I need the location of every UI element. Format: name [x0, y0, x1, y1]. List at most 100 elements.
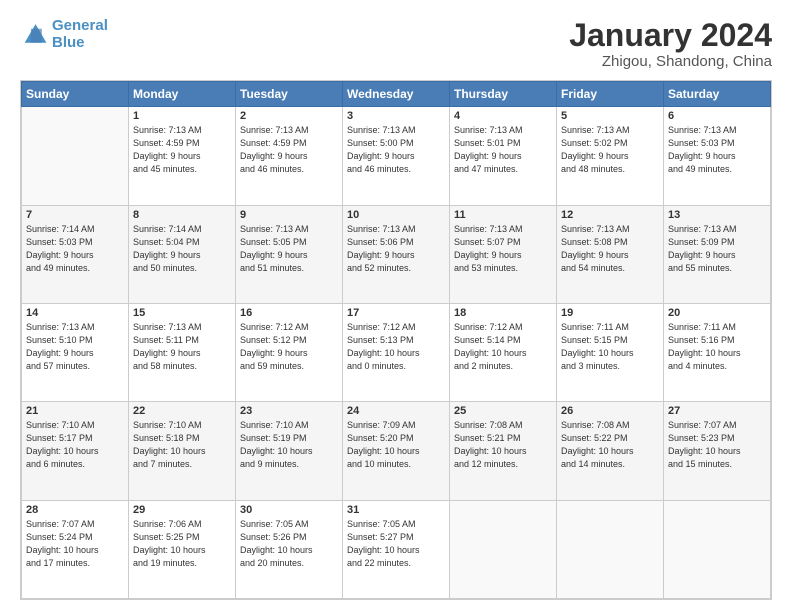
day-info: Sunrise: 7:14 AM Sunset: 5:03 PM Dayligh…	[26, 223, 124, 275]
day-cell: 27Sunrise: 7:07 AM Sunset: 5:23 PM Dayli…	[664, 402, 771, 500]
day-info: Sunrise: 7:14 AM Sunset: 5:04 PM Dayligh…	[133, 223, 231, 275]
day-cell: 25 Sunrise: 7:08 AM Sunset: 5:21 PM Dayli…	[450, 402, 557, 500]
day-number: 21	[26, 405, 124, 417]
day-info: Sunrise: 7:07 AM Sunset: 5:24 PM Dayligh…	[26, 518, 124, 570]
day-cell	[450, 500, 557, 598]
day-cell: 18Sunrise: 7:12 AM Sunset: 5:14 PM Dayli…	[450, 303, 557, 401]
day-info: Sunrise: 7:08 AM Sunset: 5:21 PM Dayligh…	[454, 419, 552, 471]
day-number: 5	[561, 110, 659, 122]
day-cell: 11Sunrise: 7:13 AM Sunset: 5:07 PM Dayli…	[450, 205, 557, 303]
week-row-1: 1 Sunrise: 7:13 AM Sunset: 4:59 PM Daylig…	[22, 107, 771, 205]
day-info: Sunrise: 7:13 AM Sunset: 5:10 PM Dayligh…	[26, 321, 124, 373]
header-cell-sunday: Sunday	[22, 82, 129, 107]
day-number: 31	[347, 504, 445, 516]
day-cell: 21 Sunrise: 7:10 AM Sunset: 5:17 PM Dayli…	[22, 402, 129, 500]
day-number: 28	[26, 504, 124, 516]
calendar-header: SundayMondayTuesdayWednesdayThursdayFrid…	[22, 82, 771, 107]
subtitle: Zhigou, Shandong, China	[569, 53, 772, 70]
day-number: 19	[561, 307, 659, 319]
day-cell: 26 Sunrise: 7:08 AM Sunset: 5:22 PM Dayli…	[557, 402, 664, 500]
day-info: Sunrise: 7:13 AM Sunset: 5:00 PM Dayligh…	[347, 124, 445, 176]
header-cell-saturday: Saturday	[664, 82, 771, 107]
day-cell: 15 Sunrise: 7:13 AM Sunset: 5:11 PM Dayli…	[129, 303, 236, 401]
day-info: Sunrise: 7:13 AM Sunset: 5:02 PM Dayligh…	[561, 124, 659, 176]
calendar-table: SundayMondayTuesdayWednesdayThursdayFrid…	[21, 81, 771, 599]
header-cell-friday: Friday	[557, 82, 664, 107]
day-number: 1	[133, 110, 231, 122]
day-info: Sunrise: 7:13 AM Sunset: 4:59 PM Dayligh…	[133, 124, 231, 176]
day-cell: 24 Sunrise: 7:09 AM Sunset: 5:20 PM Dayli…	[343, 402, 450, 500]
day-info: Sunrise: 7:05 AM Sunset: 5:26 PM Dayligh…	[240, 518, 338, 570]
day-number: 18	[454, 307, 552, 319]
day-number: 29	[133, 504, 231, 516]
day-cell: 14 Sunrise: 7:13 AM Sunset: 5:10 PM Dayli…	[22, 303, 129, 401]
day-info: Sunrise: 7:13 AM Sunset: 5:11 PM Dayligh…	[133, 321, 231, 373]
header: General Blue January 2024 Zhigou, Shando…	[20, 18, 772, 70]
day-info: Sunrise: 7:13 AM Sunset: 5:03 PM Dayligh…	[668, 124, 766, 176]
week-row-5: 28 Sunrise: 7:07 AM Sunset: 5:24 PM Dayli…	[22, 500, 771, 598]
day-number: 30	[240, 504, 338, 516]
day-number: 3	[347, 110, 445, 122]
day-number: 6	[668, 110, 766, 122]
day-info: Sunrise: 7:09 AM Sunset: 5:20 PM Dayligh…	[347, 419, 445, 471]
day-cell: 8 Sunrise: 7:14 AM Sunset: 5:04 PM Daylig…	[129, 205, 236, 303]
day-cell	[22, 107, 129, 205]
day-cell: 28 Sunrise: 7:07 AM Sunset: 5:24 PM Dayli…	[22, 500, 129, 598]
week-row-2: 7 Sunrise: 7:14 AM Sunset: 5:03 PM Daylig…	[22, 205, 771, 303]
day-cell: 22 Sunrise: 7:10 AM Sunset: 5:18 PM Dayli…	[129, 402, 236, 500]
week-row-3: 14 Sunrise: 7:13 AM Sunset: 5:10 PM Dayli…	[22, 303, 771, 401]
logo-line2: Blue	[52, 34, 85, 51]
day-info: Sunrise: 7:07 AM Sunset: 5:23 PM Dayligh…	[668, 419, 766, 471]
day-info: Sunrise: 7:08 AM Sunset: 5:22 PM Dayligh…	[561, 419, 659, 471]
header-cell-monday: Monday	[129, 82, 236, 107]
day-number: 23	[240, 405, 338, 417]
week-row-4: 21 Sunrise: 7:10 AM Sunset: 5:17 PM Dayli…	[22, 402, 771, 500]
day-info: Sunrise: 7:10 AM Sunset: 5:19 PM Dayligh…	[240, 419, 338, 471]
day-cell: 30 Sunrise: 7:05 AM Sunset: 5:26 PM Dayli…	[236, 500, 343, 598]
day-number: 17	[347, 307, 445, 319]
day-number: 2	[240, 110, 338, 122]
day-info: Sunrise: 7:13 AM Sunset: 5:06 PM Dayligh…	[347, 223, 445, 275]
title-block: January 2024 Zhigou, Shandong, China	[569, 18, 772, 70]
day-number: 13	[668, 209, 766, 221]
day-info: Sunrise: 7:10 AM Sunset: 5:17 PM Dayligh…	[26, 419, 124, 471]
day-cell: 20Sunrise: 7:11 AM Sunset: 5:16 PM Dayli…	[664, 303, 771, 401]
calendar-body: 1 Sunrise: 7:13 AM Sunset: 4:59 PM Daylig…	[22, 107, 771, 599]
day-cell: 9 Sunrise: 7:13 AM Sunset: 5:05 PM Daylig…	[236, 205, 343, 303]
day-info: Sunrise: 7:05 AM Sunset: 5:27 PM Dayligh…	[347, 518, 445, 570]
day-number: 24	[347, 405, 445, 417]
day-info: Sunrise: 7:12 AM Sunset: 5:13 PM Dayligh…	[347, 321, 445, 373]
day-info: Sunrise: 7:13 AM Sunset: 5:08 PM Dayligh…	[561, 223, 659, 275]
day-number: 14	[26, 307, 124, 319]
day-number: 26	[561, 405, 659, 417]
day-info: Sunrise: 7:11 AM Sunset: 5:16 PM Dayligh…	[668, 321, 766, 373]
day-number: 4	[454, 110, 552, 122]
day-cell: 17 Sunrise: 7:12 AM Sunset: 5:13 PM Dayli…	[343, 303, 450, 401]
day-info: Sunrise: 7:12 AM Sunset: 5:12 PM Dayligh…	[240, 321, 338, 373]
day-info: Sunrise: 7:06 AM Sunset: 5:25 PM Dayligh…	[133, 518, 231, 570]
day-cell: 23 Sunrise: 7:10 AM Sunset: 5:19 PM Dayli…	[236, 402, 343, 500]
day-info: Sunrise: 7:13 AM Sunset: 5:07 PM Dayligh…	[454, 223, 552, 275]
day-info: Sunrise: 7:13 AM Sunset: 4:59 PM Dayligh…	[240, 124, 338, 176]
day-cell: 12Sunrise: 7:13 AM Sunset: 5:08 PM Dayli…	[557, 205, 664, 303]
day-info: Sunrise: 7:11 AM Sunset: 5:15 PM Dayligh…	[561, 321, 659, 373]
day-number: 15	[133, 307, 231, 319]
day-info: Sunrise: 7:13 AM Sunset: 5:09 PM Dayligh…	[668, 223, 766, 275]
page: General Blue January 2024 Zhigou, Shando…	[0, 0, 792, 612]
day-cell: 4Sunrise: 7:13 AM Sunset: 5:01 PM Daylig…	[450, 107, 557, 205]
day-info: Sunrise: 7:13 AM Sunset: 5:05 PM Dayligh…	[240, 223, 338, 275]
day-number: 7	[26, 209, 124, 221]
logo-text: General Blue	[52, 18, 108, 51]
day-info: Sunrise: 7:10 AM Sunset: 5:18 PM Dayligh…	[133, 419, 231, 471]
day-cell: 31 Sunrise: 7:05 AM Sunset: 5:27 PM Dayli…	[343, 500, 450, 598]
day-number: 9	[240, 209, 338, 221]
day-number: 10	[347, 209, 445, 221]
header-cell-wednesday: Wednesday	[343, 82, 450, 107]
day-cell: 2 Sunrise: 7:13 AM Sunset: 4:59 PM Daylig…	[236, 107, 343, 205]
day-cell	[557, 500, 664, 598]
day-number: 25	[454, 405, 552, 417]
day-number: 22	[133, 405, 231, 417]
main-title: January 2024	[569, 18, 772, 53]
header-cell-thursday: Thursday	[450, 82, 557, 107]
day-number: 8	[133, 209, 231, 221]
